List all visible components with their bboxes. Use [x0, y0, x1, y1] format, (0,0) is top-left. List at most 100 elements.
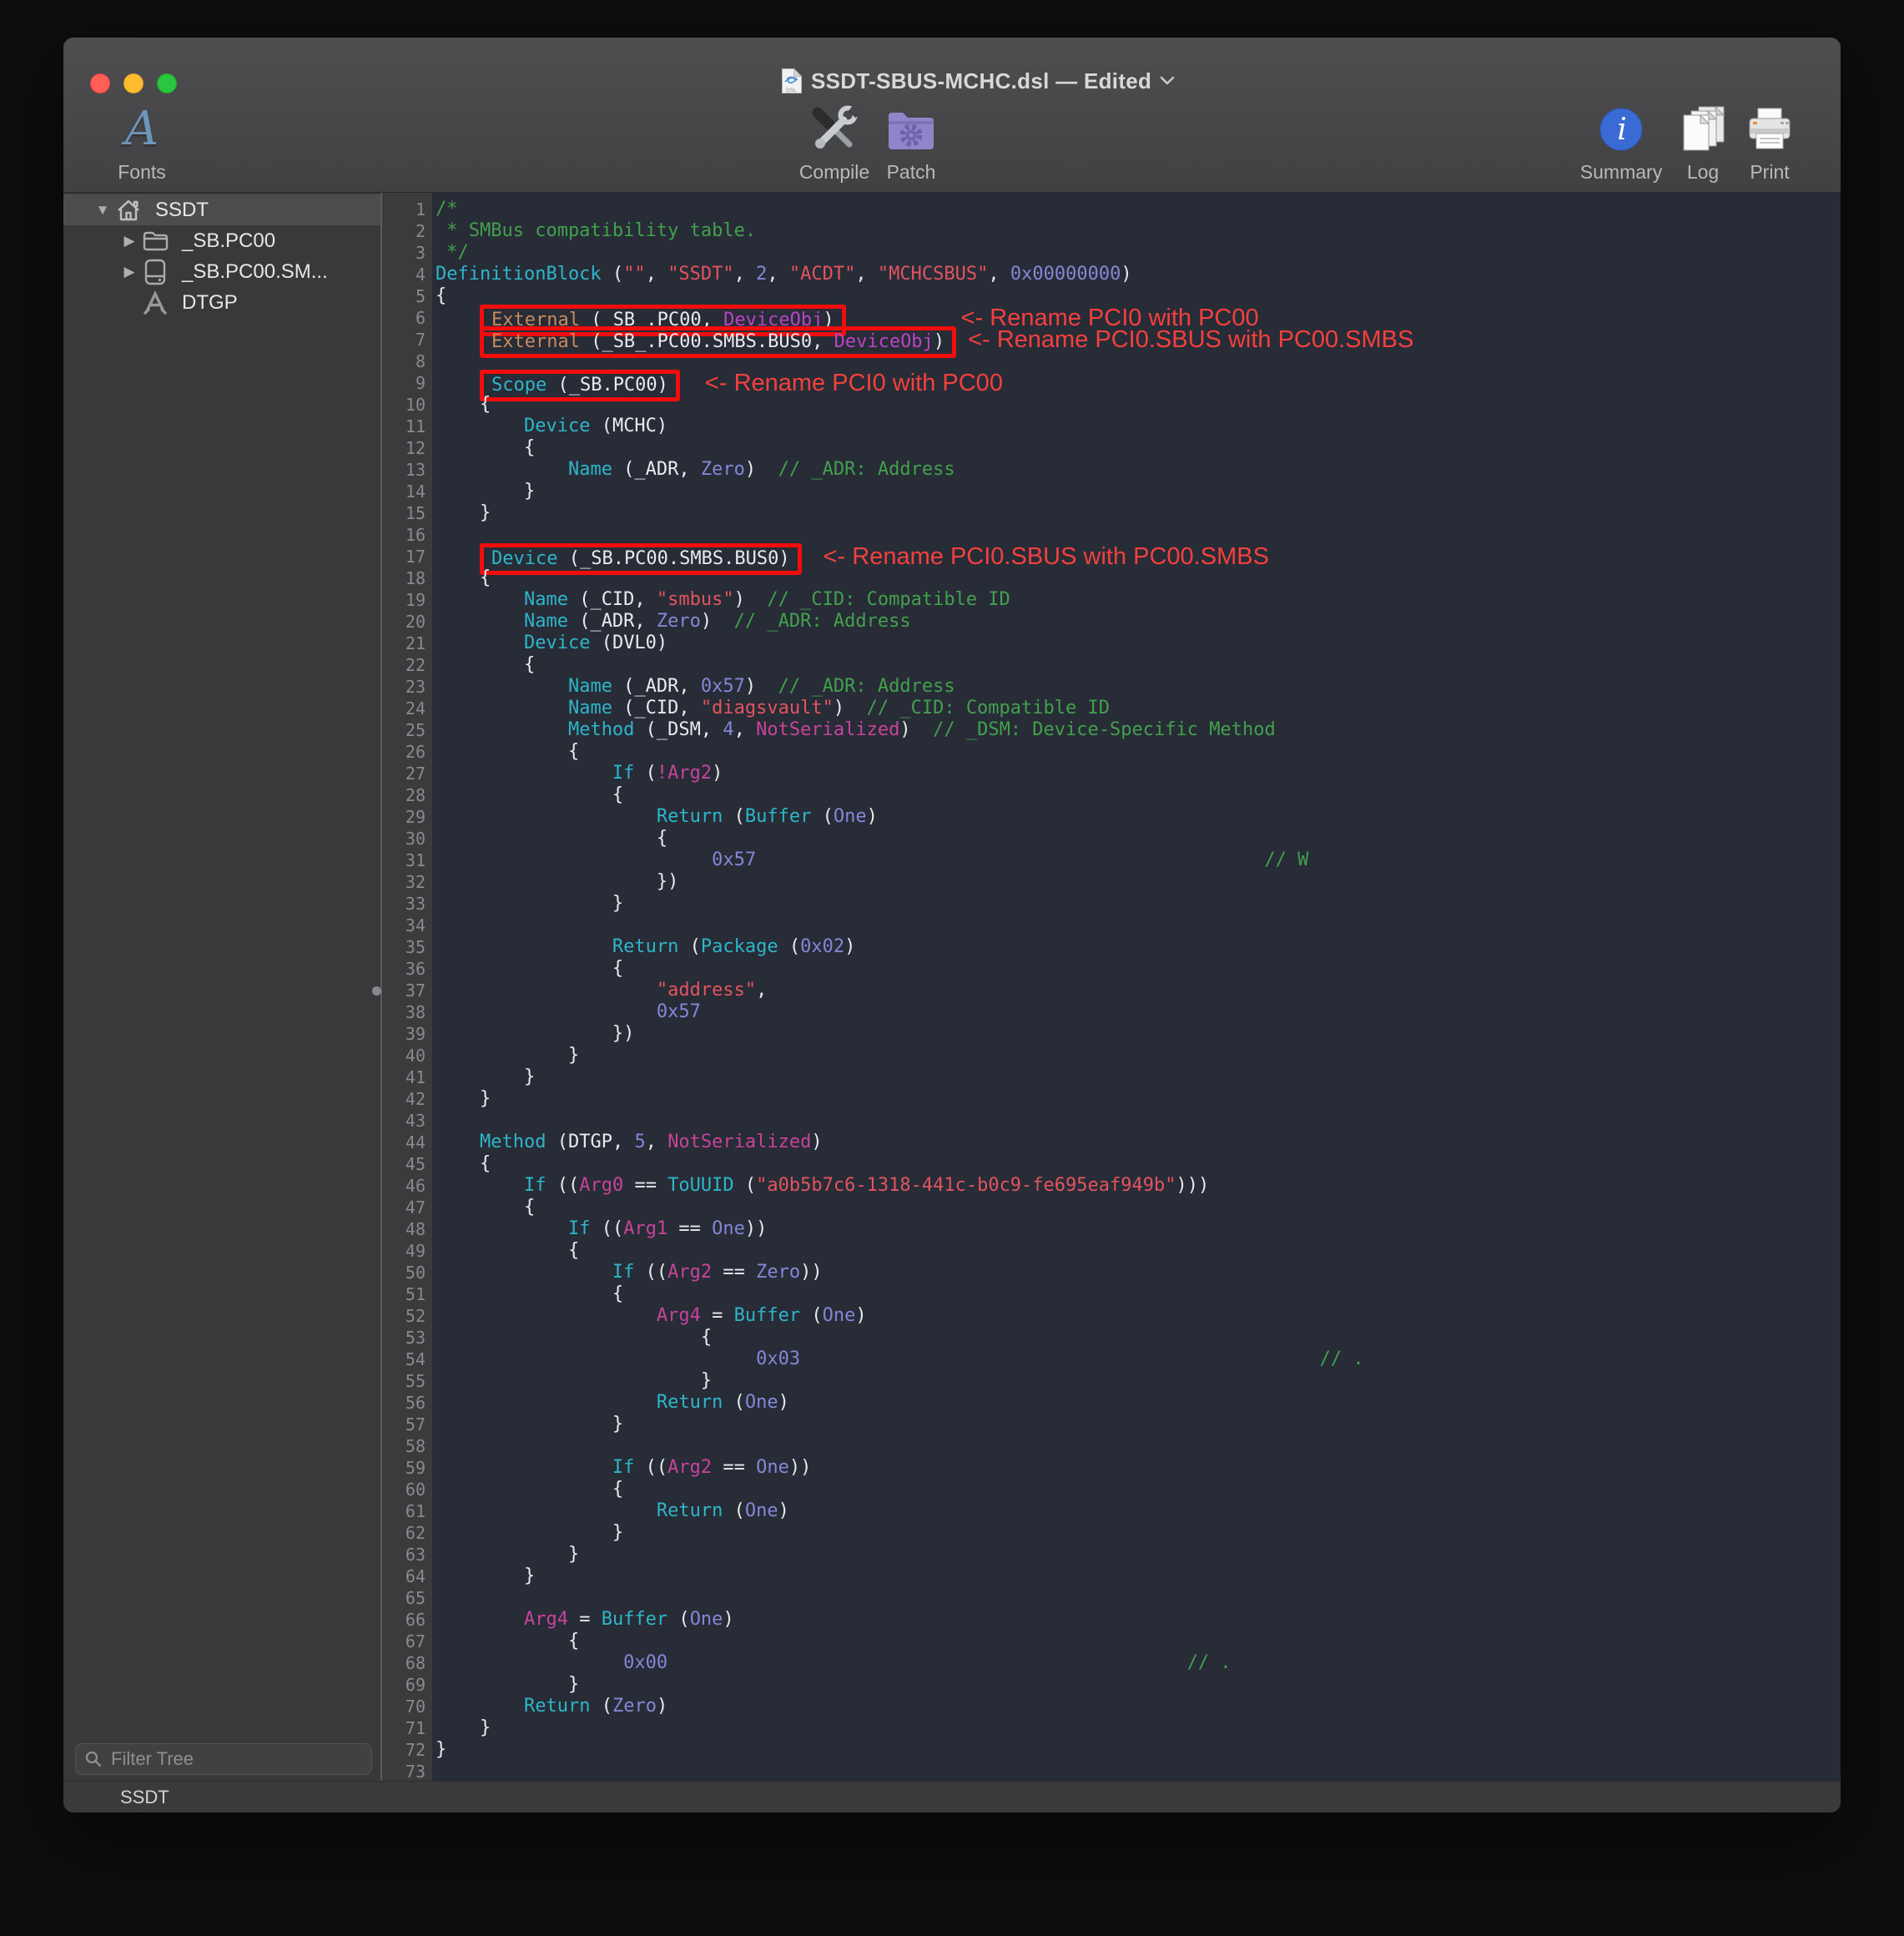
- line-number: 29: [382, 806, 432, 828]
- code-line[interactable]: {: [436, 1327, 1841, 1349]
- code-line[interactable]: Arg4 = Buffer (One): [436, 1305, 1841, 1327]
- path-bar-item[interactable]: SSDT: [120, 1787, 169, 1808]
- line-number: 56: [382, 1392, 432, 1414]
- code-line[interactable]: {: [436, 654, 1841, 676]
- code-line[interactable]: Return (Package (0x02): [436, 936, 1841, 958]
- code-line[interactable]: Name (_CID, "smbus") // _CID: Compatible…: [436, 589, 1841, 611]
- code-line[interactable]: }: [436, 1674, 1841, 1696]
- code-line[interactable]: 0x57 // W: [436, 850, 1841, 871]
- line-number: 7: [382, 329, 432, 350]
- line-number: 58: [382, 1435, 432, 1457]
- code-line[interactable]: }: [436, 1414, 1841, 1435]
- line-number: 60: [382, 1479, 432, 1500]
- zoom-button[interactable]: [157, 73, 177, 93]
- code-line[interactable]: Return (One): [436, 1392, 1841, 1414]
- code-line[interactable]: }: [436, 1370, 1841, 1392]
- code-line[interactable]: Device (MCHC): [436, 416, 1841, 437]
- code-line[interactable]: [436, 1435, 1841, 1457]
- code-line[interactable]: {: [436, 1240, 1841, 1262]
- code-line[interactable]: }: [436, 1739, 1841, 1761]
- search-icon: [84, 1750, 103, 1768]
- code-line[interactable]: DefinitionBlock ("", "SSDT", 2, "ACDT", …: [436, 264, 1841, 285]
- code-line[interactable]: If ((Arg0 == ToUUID ("a0b5b7c6-1318-441c…: [436, 1175, 1841, 1197]
- code-line[interactable]: Return (One): [436, 1500, 1841, 1522]
- fonts-button[interactable]: A Fonts: [83, 104, 200, 184]
- line-number: 72: [382, 1739, 432, 1761]
- code-line[interactable]: }: [436, 893, 1841, 915]
- code-line[interactable]: }: [436, 481, 1841, 502]
- line-number: 12: [382, 437, 432, 459]
- code-line[interactable]: Name (_ADR, Zero) // _ADR: Address: [436, 611, 1841, 633]
- code-line[interactable]: If ((Arg2 == One)): [436, 1457, 1841, 1479]
- code-line[interactable]: "address",: [436, 980, 1841, 1001]
- code-line[interactable]: If (!Arg2): [436, 763, 1841, 784]
- disclosure-triangle-down[interactable]: ▼: [92, 202, 113, 219]
- code-line[interactable]: * SMBus compatibility table.: [436, 220, 1841, 242]
- code-line[interactable]: Name (_ADR, Zero) // _ADR: Address: [436, 459, 1841, 481]
- code-line[interactable]: [436, 1110, 1841, 1132]
- code-line[interactable]: Name (_CID, "diagsvault") // _CID: Compa…: [436, 698, 1841, 719]
- minimize-button[interactable]: [123, 73, 144, 93]
- tree-item-dtgp[interactable]: DTGP: [63, 287, 380, 318]
- code-line[interactable]: {: [436, 437, 1841, 459]
- code-line[interactable]: {: [436, 1479, 1841, 1500]
- code-line[interactable]: {: [436, 741, 1841, 763]
- code-line[interactable]: Return (Buffer (One): [436, 806, 1841, 828]
- code-line[interactable]: {: [436, 828, 1841, 850]
- code-line[interactable]: }: [436, 1045, 1841, 1066]
- tree-item-ssdt[interactable]: ▼ SSDT: [63, 194, 380, 225]
- code-line[interactable]: {: [436, 1153, 1841, 1175]
- disclosure-triangle-right[interactable]: ▶: [118, 264, 140, 280]
- rename-highlight-box: Device (_SB.PC00.SMBS.BUS0): [480, 543, 802, 575]
- tree-item-label: SSDT: [155, 199, 209, 222]
- code-editor[interactable]: 1234567891011121314151617181920212223242…: [382, 193, 1841, 1781]
- chevron-down-icon[interactable]: [1160, 76, 1175, 86]
- line-number: 50: [382, 1262, 432, 1283]
- code-line[interactable]: {: [436, 1631, 1841, 1652]
- code-line[interactable]: If ((Arg2 == Zero)): [436, 1262, 1841, 1283]
- code-line[interactable]: {: [436, 1283, 1841, 1305]
- disclosure-triangle-right[interactable]: ▶: [118, 233, 140, 250]
- code-line[interactable]: }): [436, 871, 1841, 893]
- code-line[interactable]: [436, 1587, 1841, 1609]
- line-number: 55: [382, 1370, 432, 1392]
- code-line[interactable]: 0x57: [436, 1001, 1841, 1023]
- code-line[interactable]: */: [436, 242, 1841, 264]
- code-line[interactable]: [436, 1761, 1841, 1781]
- code-line[interactable]: Name (_ADR, 0x57) // _ADR: Address: [436, 676, 1841, 698]
- code-line[interactable]: }: [436, 1544, 1841, 1565]
- code-line[interactable]: 0x00 // .: [436, 1652, 1841, 1674]
- code-line[interactable]: }: [436, 1565, 1841, 1587]
- patch-button[interactable]: Patch: [853, 104, 970, 184]
- code-line[interactable]: 0x03 // .: [436, 1349, 1841, 1370]
- code-line[interactable]: }: [436, 1088, 1841, 1110]
- code-content[interactable]: /* * SMBus compatibility table. */Defini…: [432, 193, 1841, 1781]
- code-line[interactable]: {: [436, 784, 1841, 806]
- code-line[interactable]: }: [436, 1066, 1841, 1088]
- line-number: 4: [382, 264, 432, 285]
- code-line[interactable]: }: [436, 502, 1841, 524]
- code-line[interactable]: }: [436, 1522, 1841, 1544]
- code-line[interactable]: {: [436, 1197, 1841, 1218]
- close-button[interactable]: [90, 73, 110, 93]
- print-button[interactable]: Print: [1711, 104, 1828, 184]
- code-line[interactable]: Scope (_SB.PC00)<- Rename PCI0 with PC00: [436, 372, 1841, 394]
- code-line[interactable]: External (_SB_.PC00.SMBS.BUS0, DeviceObj…: [436, 329, 1841, 350]
- tree-item-sb-pc00-smbs[interactable]: ▶ _SB.PC00.SM...: [63, 256, 380, 287]
- code-line[interactable]: /*: [436, 199, 1841, 220]
- code-line[interactable]: Return (Zero): [436, 1696, 1841, 1717]
- code-line[interactable]: Method (_DSM, 4, NotSerialized) // _DSM:…: [436, 719, 1841, 741]
- line-number: 43: [382, 1110, 432, 1132]
- line-number: 37: [382, 980, 432, 1001]
- code-line[interactable]: [436, 915, 1841, 936]
- code-line[interactable]: If ((Arg1 == One)): [436, 1218, 1841, 1240]
- code-line[interactable]: Device (DVL0): [436, 633, 1841, 654]
- code-line[interactable]: }): [436, 1023, 1841, 1045]
- code-line[interactable]: Arg4 = Buffer (One): [436, 1609, 1841, 1631]
- filter-tree-input[interactable]: [109, 1747, 363, 1771]
- code-line[interactable]: }: [436, 1717, 1841, 1739]
- tree-item-sb-pc00[interactable]: ▶ _SB.PC00: [63, 225, 380, 256]
- code-line[interactable]: Device (_SB.PC00.SMBS.BUS0)<- Rename PCI…: [436, 546, 1841, 567]
- code-line[interactable]: {: [436, 958, 1841, 980]
- code-line[interactable]: Method (DTGP, 5, NotSerialized): [436, 1132, 1841, 1153]
